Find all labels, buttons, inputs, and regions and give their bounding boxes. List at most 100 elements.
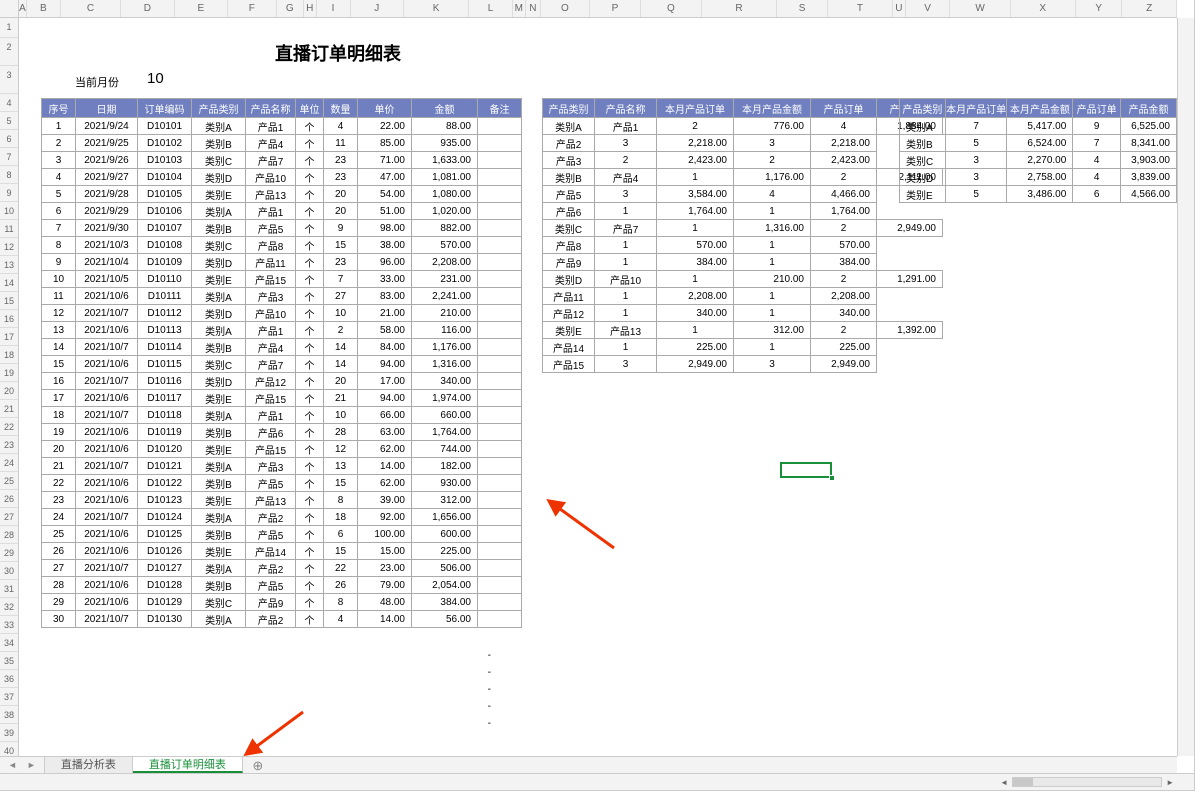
cell[interactable]: D10121 bbox=[138, 458, 192, 475]
cell[interactable]: D10103 bbox=[138, 152, 192, 169]
col-P[interactable]: P bbox=[590, 0, 642, 17]
order-detail-table[interactable]: 序号日期订单编码产品类别产品名称单位数量单价金额备注12021/9/24D101… bbox=[41, 98, 522, 628]
cell[interactable]: 1,764.00 bbox=[811, 203, 877, 220]
cell[interactable]: 22.00 bbox=[358, 118, 412, 135]
cell[interactable]: 个 bbox=[296, 203, 324, 220]
cell[interactable]: D10127 bbox=[138, 560, 192, 577]
scroll-right-icon[interactable]: ► bbox=[1166, 778, 1174, 787]
cell[interactable] bbox=[478, 458, 522, 475]
cell[interactable]: 2021/10/6 bbox=[76, 441, 138, 458]
row-32[interactable]: 32 bbox=[0, 598, 19, 616]
cell[interactable]: 18 bbox=[42, 407, 76, 424]
cell[interactable]: 2,054.00 bbox=[412, 577, 478, 594]
cell[interactable]: 个 bbox=[296, 339, 324, 356]
cell[interactable]: 个 bbox=[296, 169, 324, 186]
cell[interactable]: 2021/10/7 bbox=[76, 458, 138, 475]
cell[interactable]: 9 bbox=[42, 254, 76, 271]
cell[interactable]: D10109 bbox=[138, 254, 192, 271]
cell[interactable]: 2021/9/26 bbox=[76, 152, 138, 169]
cell[interactable]: 类别E bbox=[900, 186, 946, 203]
cell[interactable]: 类别A bbox=[192, 288, 246, 305]
cell[interactable]: 类别C bbox=[192, 237, 246, 254]
cell[interactable]: D10113 bbox=[138, 322, 192, 339]
cell[interactable]: 1 bbox=[595, 203, 657, 220]
fill-handle[interactable] bbox=[829, 475, 835, 481]
cell[interactable]: 8 bbox=[324, 492, 358, 509]
col-G[interactable]: G bbox=[277, 0, 304, 17]
cell[interactable]: 25 bbox=[42, 526, 76, 543]
cell[interactable]: 58.00 bbox=[358, 322, 412, 339]
col-L[interactable]: L bbox=[469, 0, 513, 17]
col-M[interactable]: M bbox=[513, 0, 526, 17]
cell[interactable]: D10125 bbox=[138, 526, 192, 543]
table-row[interactable]: 232021/10/6D10123类别E产品13个839.00312.00 bbox=[42, 492, 522, 509]
cell[interactable]: 2,270.00 bbox=[1007, 152, 1073, 169]
cell[interactable]: 570.00 bbox=[811, 237, 877, 254]
cell[interactable] bbox=[478, 543, 522, 560]
cell[interactable]: 15.00 bbox=[358, 543, 412, 560]
cell[interactable]: 产品7 bbox=[595, 220, 657, 237]
cell[interactable]: 个 bbox=[296, 237, 324, 254]
cell[interactable]: D10118 bbox=[138, 407, 192, 424]
table-row[interactable]: 182021/10/7D10118类别A产品1个1066.00660.00 bbox=[42, 407, 522, 424]
cell[interactable]: 100.00 bbox=[358, 526, 412, 543]
cell[interactable]: 384.00 bbox=[657, 254, 734, 271]
cell[interactable]: 类别B bbox=[192, 475, 246, 492]
cell[interactable]: D10112 bbox=[138, 305, 192, 322]
cell[interactable]: 3 bbox=[734, 356, 811, 373]
cell[interactable]: 13 bbox=[324, 458, 358, 475]
cell[interactable]: 660.00 bbox=[412, 407, 478, 424]
col-Y[interactable]: Y bbox=[1076, 0, 1123, 17]
cell[interactable]: 84.00 bbox=[358, 339, 412, 356]
cell[interactable]: D10115 bbox=[138, 356, 192, 373]
tab-nav-prev-icon[interactable]: ◄ bbox=[8, 760, 17, 770]
cell[interactable]: 29 bbox=[42, 594, 76, 611]
table-row[interactable]: 142021/10/7D10114类别B产品4个1484.001,176.00 bbox=[42, 339, 522, 356]
cell[interactable]: 类别B bbox=[192, 526, 246, 543]
vertical-scrollbar[interactable] bbox=[1177, 18, 1194, 756]
cell[interactable]: 类别B bbox=[192, 220, 246, 237]
cell[interactable]: 产品5 bbox=[246, 220, 296, 237]
col-Q[interactable]: Q bbox=[641, 0, 701, 17]
cell[interactable]: 个 bbox=[296, 305, 324, 322]
cell[interactable]: 12 bbox=[324, 441, 358, 458]
cell[interactable]: D10129 bbox=[138, 594, 192, 611]
cell[interactable]: 类别A bbox=[192, 118, 246, 135]
cell[interactable]: D10110 bbox=[138, 271, 192, 288]
cell[interactable]: 1 bbox=[595, 254, 657, 271]
cell[interactable]: 2 bbox=[324, 322, 358, 339]
cell[interactable]: 类别C bbox=[192, 594, 246, 611]
cell[interactable]: 产品12 bbox=[543, 305, 595, 322]
selected-cell[interactable] bbox=[780, 462, 832, 478]
cell[interactable]: 产品2 bbox=[246, 509, 296, 526]
cell[interactable]: 1 bbox=[734, 254, 811, 271]
cell[interactable]: 20 bbox=[324, 203, 358, 220]
cell[interactable]: 个 bbox=[296, 135, 324, 152]
cell[interactable]: 产品9 bbox=[246, 594, 296, 611]
cell[interactable]: 21 bbox=[324, 390, 358, 407]
cell[interactable]: 27 bbox=[42, 560, 76, 577]
cell[interactable]: 340.00 bbox=[412, 373, 478, 390]
cell[interactable]: 产品1 bbox=[246, 407, 296, 424]
cell[interactable]: 产品10 bbox=[246, 169, 296, 186]
cell[interactable]: D10106 bbox=[138, 203, 192, 220]
cell[interactable] bbox=[478, 186, 522, 203]
cell[interactable]: 1,316.00 bbox=[412, 356, 478, 373]
table-row[interactable]: 262021/10/6D10126类别E产品14个1515.00225.00 bbox=[42, 543, 522, 560]
cell[interactable]: 个 bbox=[296, 186, 324, 203]
cell[interactable]: 1,392.00 bbox=[877, 322, 943, 339]
cell[interactable]: 10 bbox=[324, 407, 358, 424]
cell[interactable]: 1 bbox=[657, 271, 734, 288]
cell[interactable]: 产品5 bbox=[543, 186, 595, 203]
cell[interactable]: 产品5 bbox=[246, 526, 296, 543]
cell[interactable]: 2021/10/7 bbox=[76, 373, 138, 390]
cell[interactable]: 225.00 bbox=[412, 543, 478, 560]
cell[interactable]: 个 bbox=[296, 407, 324, 424]
cell[interactable]: 1 bbox=[595, 237, 657, 254]
cell[interactable]: 产品7 bbox=[246, 356, 296, 373]
row-11[interactable]: 11 bbox=[0, 220, 19, 238]
cell[interactable]: 27 bbox=[324, 288, 358, 305]
cell[interactable] bbox=[478, 254, 522, 271]
cell[interactable]: 产品3 bbox=[246, 288, 296, 305]
cell[interactable]: 产品2 bbox=[543, 135, 595, 152]
